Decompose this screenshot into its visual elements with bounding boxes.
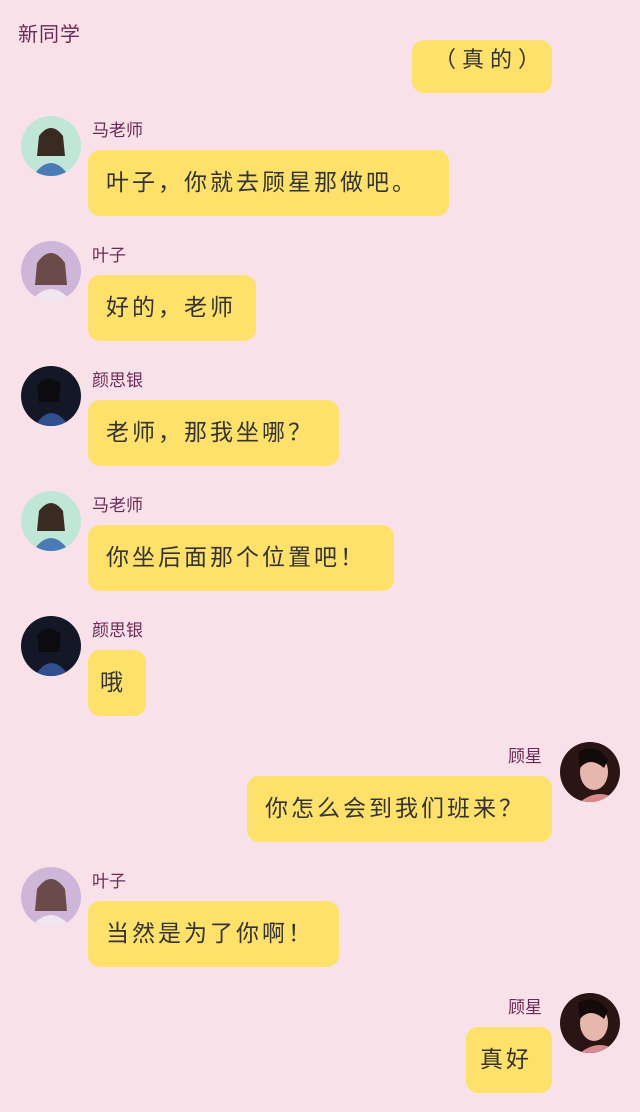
avatar-yan-siyin[interactable]	[21, 366, 81, 426]
partial-message-text: （真的）	[434, 48, 547, 73]
message-bubble[interactable]: 哦	[88, 650, 146, 716]
message-bubble[interactable]: 真好	[466, 1027, 552, 1093]
sender-name: 叶子	[92, 246, 126, 266]
message-bubble[interactable]: 你坐后面那个位置吧！	[88, 525, 394, 591]
sender-name: 顾星	[508, 747, 542, 767]
sender-name: 顾星	[508, 998, 542, 1018]
avatar-yezi[interactable]	[21, 241, 81, 301]
avatar-ma-teacher[interactable]	[21, 116, 81, 176]
message-bubble[interactable]: 好的，老师	[88, 275, 256, 341]
sender-name: 叶子	[92, 872, 126, 892]
sender-name: 颜思银	[92, 371, 143, 391]
avatar-gu-xing[interactable]	[560, 993, 620, 1053]
avatar-ma-teacher[interactable]	[21, 491, 81, 551]
avatar-yezi[interactable]	[21, 867, 81, 927]
sender-name: 马老师	[92, 496, 143, 516]
avatar-gu-xing[interactable]	[560, 742, 620, 802]
partial-message-bubble[interactable]: （真的）	[412, 40, 552, 93]
sender-name: 颜思银	[92, 621, 143, 641]
avatar-yan-siyin[interactable]	[21, 616, 81, 676]
message-bubble[interactable]: 当然是为了你啊！	[88, 901, 339, 967]
chat-title: 新同学	[18, 22, 81, 46]
message-bubble[interactable]: 老师，那我坐哪？	[88, 400, 339, 466]
sender-name: 马老师	[92, 121, 143, 141]
message-bubble[interactable]: 你怎么会到我们班来？	[247, 776, 552, 842]
message-bubble[interactable]: 叶子，你就去顾星那做吧。	[88, 150, 449, 216]
